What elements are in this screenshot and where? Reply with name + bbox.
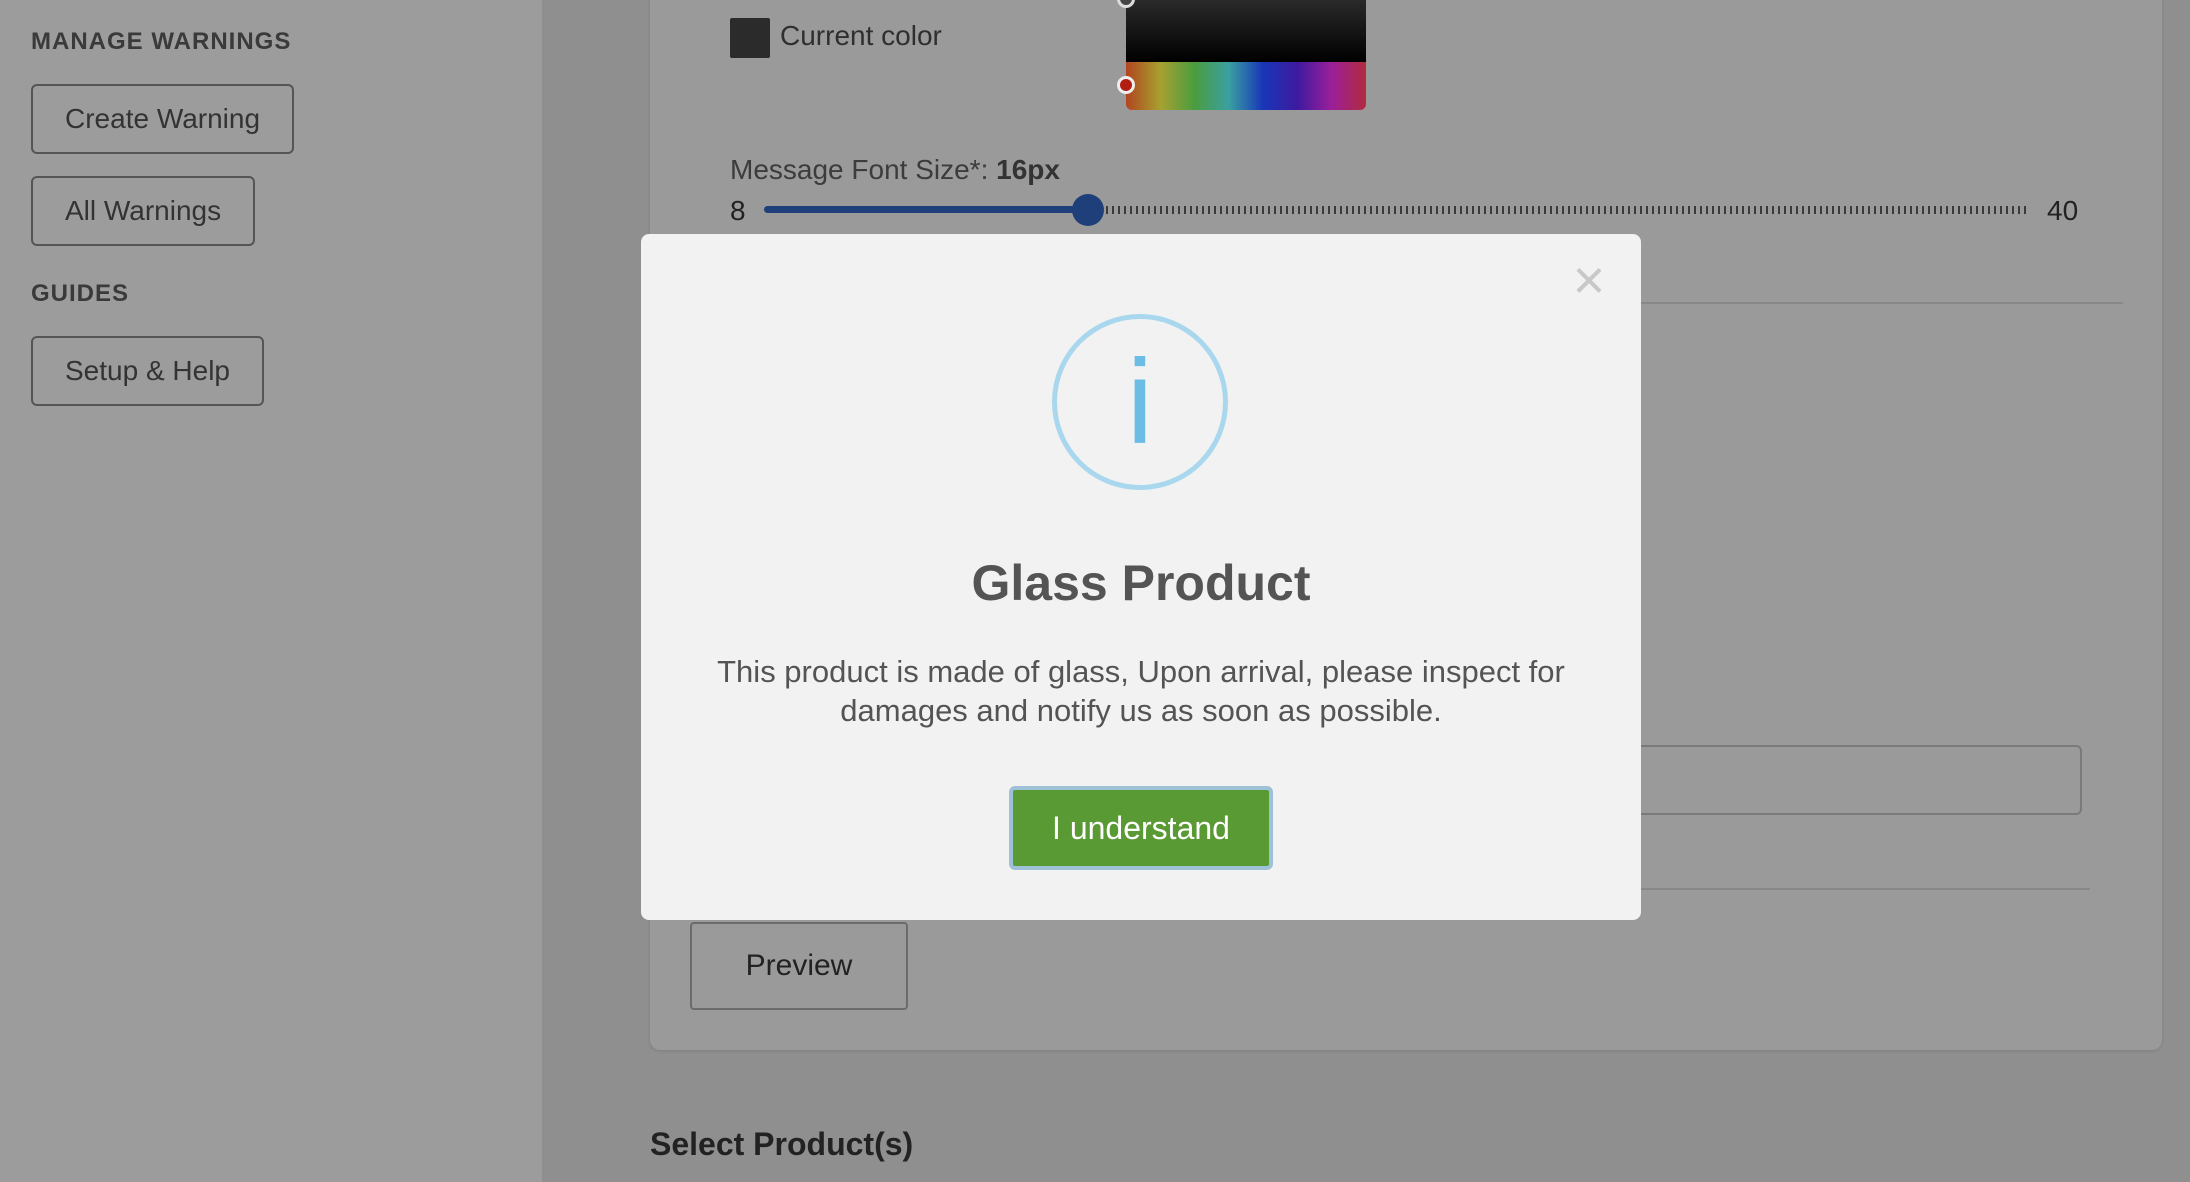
hue-picker-handle[interactable]: [1117, 76, 1135, 94]
section-divider: [1640, 302, 2123, 304]
modal-title: Glass Product: [971, 555, 1311, 611]
preview-button[interactable]: Preview: [690, 922, 908, 1010]
setup-help-button[interactable]: Setup & Help: [31, 336, 264, 406]
guides-heading: GUIDES: [31, 280, 130, 307]
all-warnings-button[interactable]: All Warnings: [31, 176, 256, 246]
i-understand-button[interactable]: I understand: [1009, 786, 1273, 870]
font-size-label: Message Font Size*: 16px: [730, 154, 1060, 185]
info-icon: i: [1052, 314, 1228, 490]
slider-max-label: 40: [2047, 195, 2079, 226]
create-warning-button[interactable]: Create Warning: [31, 84, 295, 154]
text-input-field[interactable]: [1600, 745, 2082, 815]
manage-warnings-heading: MANAGE WARNINGS: [31, 28, 292, 55]
select-products-heading: Select Product(s): [650, 1126, 914, 1162]
current-color-swatch: [730, 18, 770, 58]
info-icon-glyph: i: [1126, 335, 1154, 469]
slider-min-label: 8: [730, 195, 746, 226]
current-color-label: Current color: [780, 20, 942, 51]
slider-thumb[interactable]: [1072, 194, 1104, 226]
section-divider: [1640, 888, 2090, 890]
warning-modal: × i Glass Product This product is made o…: [641, 234, 1641, 920]
slider-track[interactable]: [1100, 206, 2030, 214]
slider-fill: [764, 206, 1088, 213]
color-picker-saturation[interactable]: [1126, 0, 1366, 62]
color-picker-hue-bar[interactable]: [1126, 62, 1366, 110]
font-size-value: 16px: [996, 154, 1060, 185]
sidebar: MANAGE WARNINGS Create Warning All Warni…: [0, 0, 542, 1182]
close-icon[interactable]: ×: [1567, 252, 1611, 308]
modal-message: This product is made of glass, Upon arri…: [717, 654, 1565, 728]
